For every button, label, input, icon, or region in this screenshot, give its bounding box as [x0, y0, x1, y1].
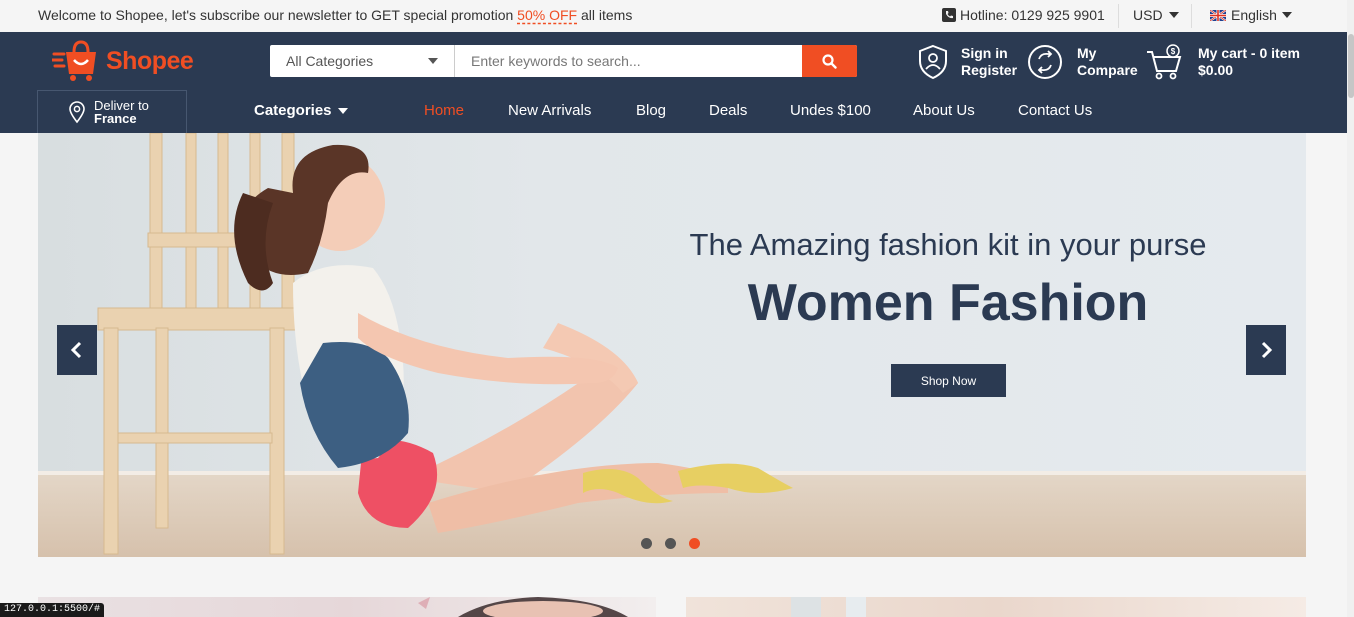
search-bar: All Categories [270, 45, 857, 77]
nav-under-100[interactable]: Undes $100 [790, 102, 871, 119]
banner-image-right [791, 597, 866, 617]
category-label: All Categories [286, 53, 374, 69]
deliver-to[interactable]: Deliver to France [37, 90, 187, 133]
chevron-down-icon [1281, 12, 1292, 18]
user-shield-icon [919, 44, 947, 80]
currency-select[interactable]: USD [1133, 7, 1179, 23]
divider [1191, 4, 1192, 28]
shop-now-button[interactable]: Shop Now [891, 364, 1006, 397]
slider-prev-button[interactable] [57, 325, 97, 375]
compare-label-line2: Compare [1077, 62, 1138, 78]
language-label: English [1231, 7, 1277, 23]
scrollbar-thumb[interactable] [1348, 34, 1354, 98]
search-icon [822, 53, 837, 69]
hotline-text: Hotline: 0129 925 9901 [960, 7, 1105, 23]
account-link[interactable]: Sign in Register [917, 44, 1017, 80]
logo-text: Shopee [106, 46, 194, 75]
status-bar-url: 127.0.0.1:5500/# [0, 603, 105, 617]
compare-link[interactable]: My Compare [1027, 44, 1138, 80]
category-select[interactable]: All Categories [270, 45, 455, 77]
page: Welcome to Shopee, let's subscribe our n… [0, 0, 1354, 617]
welcome-message: Welcome to Shopee, let's subscribe our n… [38, 7, 632, 23]
svg-text:$: $ [1171, 47, 1176, 56]
promo-banner-right[interactable] [686, 597, 1306, 617]
divider [1118, 4, 1119, 28]
compare-label-line1: My [1077, 45, 1097, 61]
register-link[interactable]: Register [961, 62, 1017, 79]
nav-home[interactable]: Home [424, 102, 464, 119]
cart-icon: $ [1147, 44, 1182, 80]
chevron-right-icon [1261, 341, 1273, 359]
logo[interactable]: Shopee [52, 40, 194, 82]
hero-title: Women Fashion [747, 274, 1149, 332]
cart-total: $0.00 [1198, 62, 1234, 78]
phone-icon [942, 8, 956, 22]
search-input[interactable] [455, 45, 802, 77]
nav-new-arrivals[interactable]: New Arrivals [508, 102, 591, 119]
nav-blog[interactable]: Blog [636, 102, 666, 119]
chevron-down-icon [337, 107, 348, 114]
cart-link[interactable]: $ My cart - 0 item $0.00 [1146, 44, 1300, 80]
chevron-down-icon [1168, 12, 1179, 18]
uk-flag-icon [1210, 9, 1226, 21]
hero-subtitle: The Amazing fashion kit in your purse [689, 227, 1207, 262]
search-button[interactable] [802, 45, 857, 77]
sign-in-link[interactable]: Sign in [961, 45, 1017, 62]
location-pin-icon [69, 101, 85, 124]
nav-categories[interactable]: Categories [254, 102, 348, 119]
deliver-country: France [94, 111, 137, 126]
hero-slider: The Amazing fashion kit in your purse Wo… [38, 133, 1306, 557]
nav-categories-label: Categories [254, 102, 332, 119]
top-bar: Welcome to Shopee, let's subscribe our n… [0, 0, 1354, 32]
promo-suffix: all items [580, 7, 633, 23]
promo-banner-left[interactable] [38, 597, 656, 617]
nav-deals[interactable]: Deals [709, 102, 747, 119]
currency-label: USD [1133, 7, 1163, 23]
slider-dot[interactable] [641, 538, 652, 549]
nav-about-us[interactable]: About Us [913, 102, 975, 119]
welcome-text: Welcome to Shopee, let's subscribe our n… [38, 7, 514, 23]
chevron-left-icon [70, 341, 82, 359]
compare-icon [1028, 45, 1062, 79]
hero-image [97, 133, 793, 555]
language-select[interactable]: English [1210, 7, 1292, 23]
cart-summary: My cart - 0 item [1198, 45, 1300, 61]
promo-link[interactable]: 50% OFF [517, 7, 577, 23]
slider-dot-active[interactable] [689, 538, 700, 549]
header: Shopee All Categories Sign in [0, 32, 1347, 133]
nav-contact-us[interactable]: Contact Us [1018, 102, 1092, 119]
hotline[interactable]: Hotline: 0129 925 9901 [942, 7, 1105, 23]
chevron-down-icon [428, 58, 438, 64]
banner-image-left [418, 597, 628, 617]
slider-dots [641, 538, 700, 549]
slider-next-button[interactable] [1246, 325, 1286, 375]
shopping-bag-logo-icon [52, 40, 96, 81]
slider-dot[interactable] [665, 538, 676, 549]
